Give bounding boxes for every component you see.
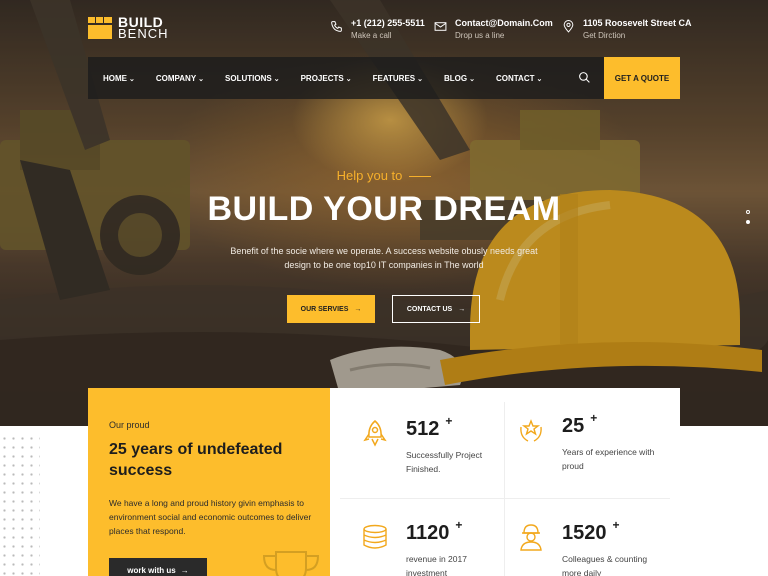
main-navbar: HOME ⌄ COMPANY ⌄ SOLUTIONS ⌄ PROJECTS ⌄ FEAT… (88, 57, 680, 99)
contact-phone[interactable]: +1 (212) 255-5511 Make a call (330, 18, 425, 40)
laurel-star-icon (520, 419, 542, 442)
arrow-right-icon: → (180, 565, 189, 575)
brand-logo[interactable]: BUILD BENCH (88, 15, 169, 41)
slider-pagination (746, 210, 752, 230)
nav-item-solutions[interactable]: SOLUTIONS ⌄ (225, 74, 280, 83)
location-icon (563, 20, 574, 33)
rocket-icon (363, 420, 387, 447)
nav-item-home-label: HOME (103, 73, 127, 83)
stat-value: 25 + (562, 411, 597, 438)
stat-label: revenue in 2017 investment (406, 554, 467, 576)
work-with-us-label: work with us (127, 565, 176, 575)
mail-icon (434, 22, 447, 31)
nav-item-company-label: COMPANY (155, 73, 197, 83)
slider-dot[interactable] (746, 210, 750, 214)
stat-number: 512 (406, 418, 440, 440)
hero-eyebrow-text: Help you to (336, 168, 403, 183)
hero-headline: BUILD YOUR DREAM (207, 190, 561, 228)
stats-divider (340, 498, 670, 499)
nav-item-features[interactable]: FEATURES ⌄ (373, 74, 423, 83)
contact-us-button[interactable]: CONTACT US → (392, 295, 480, 323)
contact-location[interactable]: 1105 Roosevelt Street CA Get Dirction (562, 18, 692, 40)
stat-number: 1520 (562, 522, 607, 544)
brand-wordmark: BUILD BENCH (118, 15, 169, 41)
about-card: Our proud 25 years of undefeated success… (88, 388, 330, 576)
nav-item-blog-label: BLOG (444, 73, 468, 83)
brand-name-line2: BENCH (118, 26, 169, 41)
stat-plus: + (445, 414, 453, 428)
nav-item-projects-label: PROJECTS (300, 73, 344, 83)
search-icon[interactable] (578, 71, 591, 84)
contact-email-address: Contact@Domain.Com (455, 18, 553, 28)
stat-number: 1120 (406, 522, 450, 544)
get-a-quote-button[interactable]: GET A QUOTE (604, 57, 680, 99)
contact-email[interactable]: Contact@Domain.Com Drop us a line (434, 18, 553, 40)
hero-section: BUILD BENCH +1 (212) 255-5511 Make a cal… (0, 0, 768, 426)
stat-value: 512 + (406, 414, 452, 441)
chevron-down-icon: ⌄ (417, 75, 423, 83)
worker-icon (520, 524, 542, 551)
our-services-button-label: OUR SERVIES (300, 305, 349, 313)
contact-us-button-label: CONTACT US (406, 305, 453, 313)
about-eyebrow: Our proud (109, 420, 150, 430)
arrow-right-icon: → (458, 305, 466, 313)
chevron-down-icon: ⌄ (129, 75, 135, 83)
chevron-down-icon: ⌄ (469, 75, 475, 83)
stats-divider (504, 402, 505, 576)
hero-subtext: Benefit of the socie where we operate. A… (230, 246, 538, 270)
stats-card: 512 + Successfully Project Finished. 25 + … (330, 388, 680, 576)
nav-menu: HOME ⌄ COMPANY ⌄ SOLUTIONS ⌄ PROJECTS ⌄ FEAT… (103, 57, 563, 99)
nav-item-features-label: FEATURES (372, 73, 416, 83)
coins-icon (363, 524, 387, 549)
trophy-icon (262, 551, 320, 576)
nav-item-blog[interactable]: BLOG ⌄ (444, 74, 475, 83)
phone-icon (331, 21, 342, 32)
stat-plus: + (455, 518, 463, 532)
our-services-button[interactable]: OUR SERVIES → (287, 295, 375, 323)
about-title: 25 years of undefeated success (109, 441, 283, 479)
contact-location-caption: Get Dirction (583, 31, 626, 40)
nav-item-contact[interactable]: CONTACT ⌄ (496, 74, 542, 83)
eyebrow-divider (409, 176, 432, 178)
contact-location-address: 1105 Roosevelt Street CA (583, 18, 692, 28)
stat-plus: + (612, 518, 620, 532)
dot-pattern-decoration (0, 434, 40, 576)
about-body: We have a long and proud history givin e… (109, 498, 312, 536)
chevron-down-icon: ⌄ (198, 75, 205, 83)
slider-dot-active[interactable] (746, 220, 750, 224)
arrow-right-icon: → (354, 305, 362, 313)
stat-label: Successfully Project Finished. (406, 450, 483, 474)
chevron-down-icon: ⌄ (273, 75, 280, 83)
stat-label: Colleagues & counting more daily (562, 554, 648, 576)
stat-value: 1120 + (406, 518, 462, 545)
nav-item-home[interactable]: HOME ⌄ (103, 74, 135, 83)
brick-logo-icon (88, 17, 112, 39)
chevron-down-icon: ⌄ (345, 75, 352, 83)
nav-item-contact-label: CONTACT (495, 73, 535, 83)
nav-item-projects[interactable]: PROJECTS ⌄ (301, 74, 352, 83)
nav-item-company[interactable]: COMPANY ⌄ (156, 74, 204, 83)
hero-eyebrow: Help you to (0, 168, 768, 183)
stat-number: 25 (562, 415, 585, 437)
stat-label: Years of experience with proud (562, 447, 655, 471)
contact-phone-number: +1 (212) 255-5511 (351, 18, 425, 28)
nav-item-solutions-label: SOLUTIONS (225, 73, 272, 83)
page: BUILD BENCH +1 (212) 255-5511 Make a cal… (0, 0, 768, 576)
chevron-down-icon: ⌄ (536, 75, 543, 83)
stat-plus: + (590, 411, 598, 425)
stat-value: 1520 + (562, 518, 620, 545)
contact-email-caption: Drop us a line (455, 31, 505, 40)
work-with-us-button[interactable]: work with us → (109, 558, 207, 576)
contact-phone-caption: Make a call (351, 31, 392, 40)
